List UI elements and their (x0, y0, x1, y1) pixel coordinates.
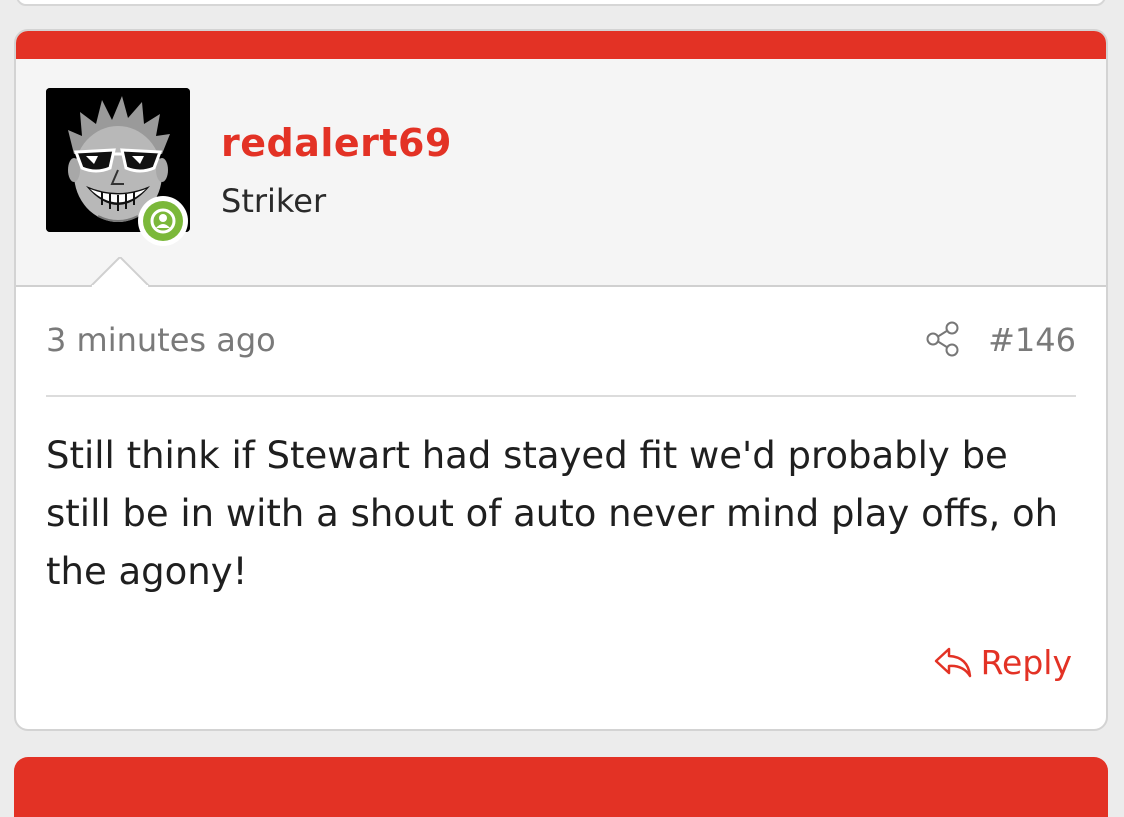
post-timestamp[interactable]: 3 minutes ago (46, 321, 276, 359)
forum-post: redalert69 Striker 3 minutes ago #146 St… (14, 29, 1108, 731)
user-title: Striker (221, 182, 327, 220)
divider (46, 395, 1076, 397)
user-info-block: redalert69 Striker (16, 59, 1106, 287)
reply-icon (934, 647, 971, 677)
username[interactable]: redalert69 (221, 121, 452, 165)
online-status-badge (138, 196, 188, 246)
post-top-bar (16, 31, 1106, 59)
post-body: Still think if Stewart had stayed fit we… (46, 434, 1059, 593)
reply-label: Reply (980, 643, 1072, 682)
reply-button[interactable]: Reply (933, 643, 1072, 682)
post-number-link[interactable]: #146 (988, 321, 1076, 359)
next-post-card (14, 757, 1108, 817)
share-icon[interactable] (926, 321, 960, 357)
user-status-icon (143, 201, 183, 241)
previous-post-card (16, 0, 1106, 6)
